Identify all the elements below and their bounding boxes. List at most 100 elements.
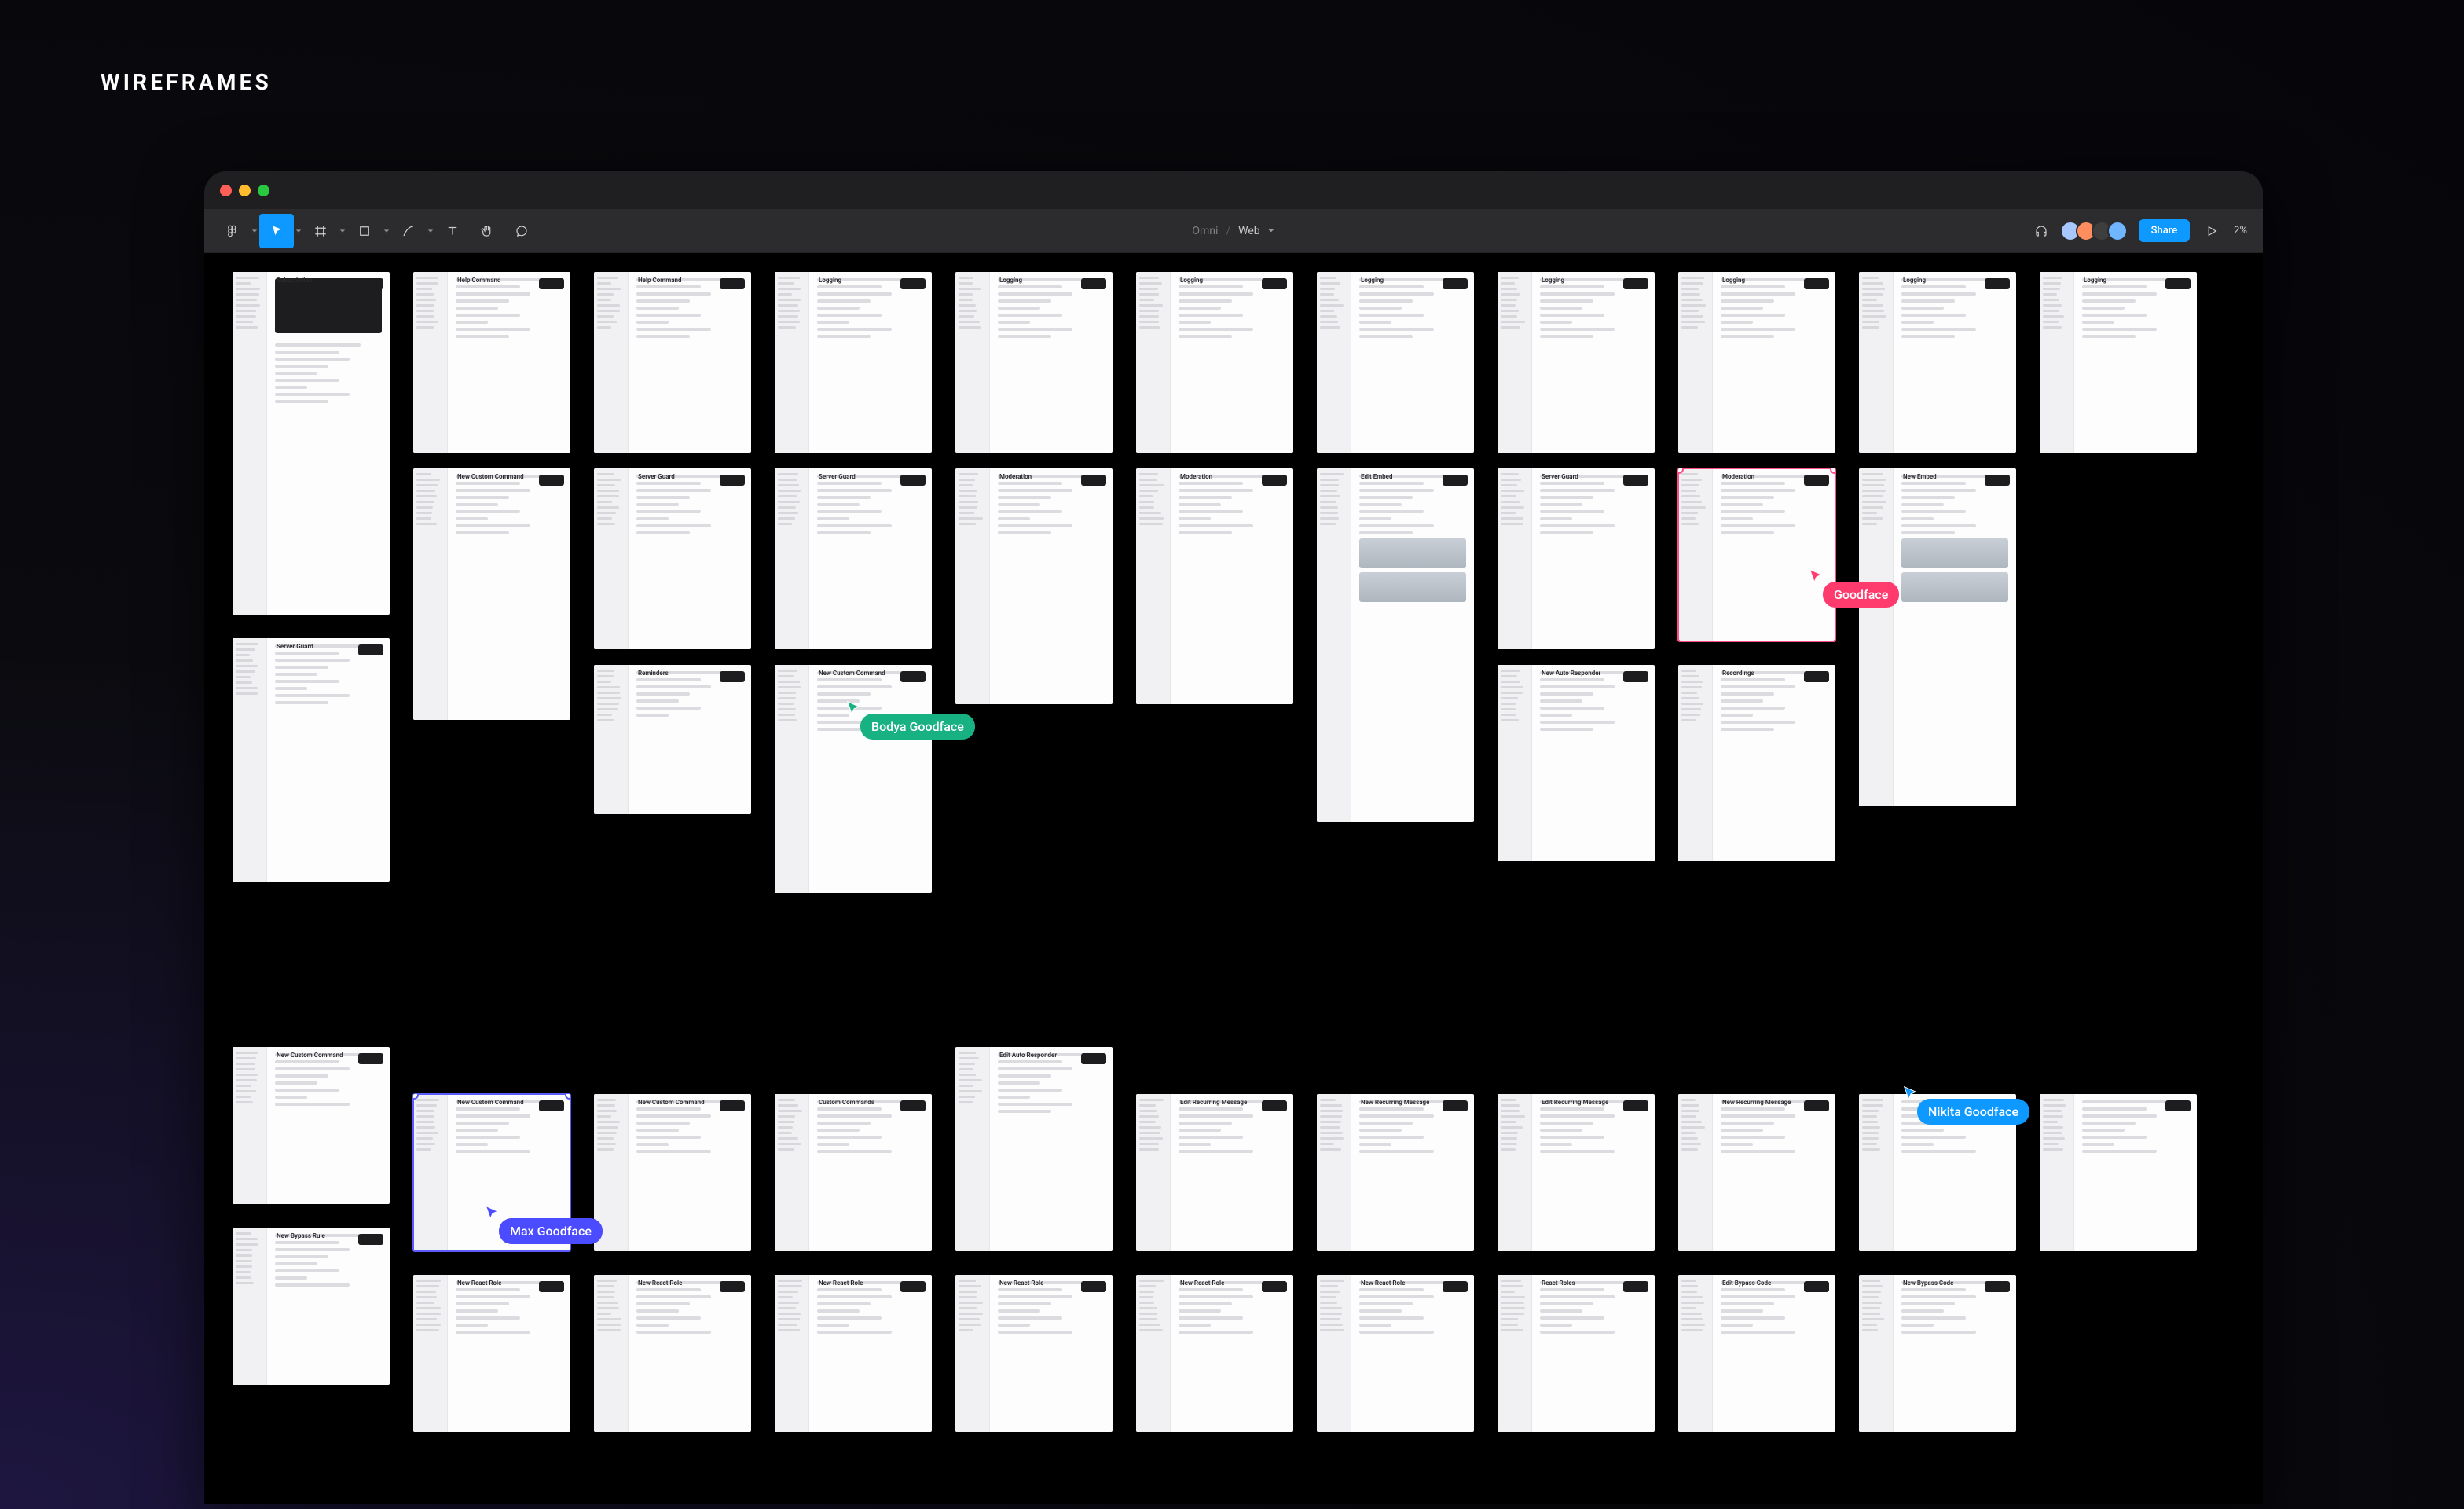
wireframe-frame[interactable]: New React Role xyxy=(413,1275,570,1432)
wireframe-frame[interactable] xyxy=(2040,1094,2197,1251)
window-close-button[interactable] xyxy=(220,185,232,196)
wireframe-frame[interactable]: New Embed xyxy=(1859,468,2016,806)
wireframe-frame[interactable]: New Bypass Code xyxy=(1859,1275,2016,1432)
wireframe-frame[interactable]: New Recurring Message xyxy=(1317,1094,1474,1251)
wireframe-frame[interactable]: New React Role xyxy=(594,1275,751,1432)
frame-title: Logging xyxy=(1542,277,1564,284)
wireframe-frame[interactable]: Reminders xyxy=(594,665,751,814)
pen-icon xyxy=(402,224,416,238)
wireframe-frame[interactable]: Logging xyxy=(1859,272,2016,453)
wireframe-frame[interactable]: Edit Embed xyxy=(1317,468,1474,822)
wireframe-frame[interactable]: New React Role xyxy=(1136,1275,1293,1432)
wireframe-frame[interactable] xyxy=(1859,1094,2016,1251)
frame-title: Logging xyxy=(819,277,842,284)
wireframe-frame[interactable]: Server Guard xyxy=(594,468,751,649)
frame-title: Server Guard xyxy=(638,473,675,480)
frame-title: New Custom Command xyxy=(638,1099,705,1106)
zoom-value: 2% xyxy=(2234,225,2247,237)
chevron-down-icon[interactable] xyxy=(338,228,347,234)
window-minimize-button[interactable] xyxy=(239,185,251,196)
wireframe-frame[interactable]: Edit Recurring Message xyxy=(1136,1094,1293,1251)
wireframe-frame[interactable]: Recordings xyxy=(1678,665,1835,861)
wireframe-frame[interactable]: Logging xyxy=(1498,272,1655,453)
text-tool-button[interactable] xyxy=(435,214,470,248)
play-icon xyxy=(2205,224,2219,238)
wireframe-frame[interactable]: New Auto Responder xyxy=(1498,665,1655,861)
frame-title: Edit Recurring Message xyxy=(1180,1099,1247,1106)
frame-title: Logging xyxy=(1903,277,1926,284)
audio-chat-button[interactable] xyxy=(2029,218,2054,244)
chevron-down-icon[interactable] xyxy=(250,228,259,234)
design-canvas[interactable]: SubscriptionHelp CommandHelp CommandLogg… xyxy=(204,253,2263,1504)
wireframe-frame[interactable]: New Custom Command xyxy=(413,468,570,720)
figma-logo-icon xyxy=(226,224,240,238)
frame-title: New Bypass Rule xyxy=(277,1232,325,1239)
frame-title: Moderation xyxy=(999,473,1032,480)
app-toolbar: Omni / Web Share 2% xyxy=(204,209,2263,253)
frame-title: New Custom Command xyxy=(277,1052,343,1059)
wireframe-frame[interactable]: Moderation xyxy=(1136,468,1293,704)
breadcrumb-separator: / xyxy=(1226,225,1230,237)
wireframe-frame[interactable]: New React Role xyxy=(1317,1275,1474,1432)
avatar[interactable] xyxy=(2107,221,2128,241)
comment-icon xyxy=(515,224,529,238)
wireframe-frame[interactable]: Custom Commands xyxy=(775,1094,932,1251)
frame-title: Server Guard xyxy=(819,473,856,480)
text-icon xyxy=(446,224,460,238)
wireframe-frame[interactable]: Logging xyxy=(1136,272,1293,453)
wireframe-frame[interactable]: New Custom Command xyxy=(233,1047,390,1204)
share-button[interactable]: Share xyxy=(2139,219,2191,242)
zoom-level[interactable]: 2% xyxy=(2234,225,2252,237)
wireframe-frame[interactable]: Server Guard xyxy=(1498,468,1655,649)
wireframe-frame[interactable]: New React Role xyxy=(775,1275,932,1432)
wireframe-frame[interactable]: Help Command xyxy=(594,272,751,453)
frame-title: New Custom Command xyxy=(457,1099,524,1106)
frame-title: New Bypass Code xyxy=(1903,1280,1954,1287)
frame-tool-button[interactable] xyxy=(303,214,338,248)
present-button[interactable] xyxy=(2201,220,2223,242)
chevron-down-icon[interactable] xyxy=(426,228,435,234)
hand-tool-button[interactable] xyxy=(470,214,504,248)
wireframe-frame[interactable]: New Custom Command xyxy=(775,665,932,893)
wireframe-frame[interactable]: Edit Recurring Message xyxy=(1498,1094,1655,1251)
wireframe-frame[interactable]: Logging xyxy=(2040,272,2197,453)
wireframe-frame[interactable]: Logging xyxy=(1678,272,1835,453)
wireframe-frame[interactable]: Edit Auto Responder xyxy=(955,1047,1113,1251)
frame-title: New Custom Command xyxy=(819,670,886,677)
wireframe-frame[interactable]: New React Role xyxy=(955,1275,1113,1432)
main-menu-button[interactable] xyxy=(215,214,250,248)
chevron-down-icon[interactable] xyxy=(382,228,391,234)
cursor-icon xyxy=(270,224,284,238)
wireframe-frame[interactable]: Help Command xyxy=(413,272,570,453)
wireframe-frame[interactable]: Edit Bypass Code xyxy=(1678,1275,1835,1432)
wireframe-frame[interactable]: Server Guard xyxy=(775,468,932,649)
collaborator-avatars[interactable] xyxy=(2065,221,2128,241)
move-tool-button[interactable] xyxy=(259,214,294,248)
frame-title: New React Role xyxy=(819,1280,863,1287)
frame-title: New Embed xyxy=(1903,473,1937,480)
wireframe-frame[interactable]: Logging xyxy=(955,272,1113,453)
window-maximize-button[interactable] xyxy=(258,185,270,196)
wireframe-frame[interactable]: New Bypass Rule xyxy=(233,1228,390,1385)
frame-title: React Roles xyxy=(1542,1280,1575,1287)
frame-title: New React Role xyxy=(1361,1280,1405,1287)
document-title[interactable]: Omni / Web xyxy=(1192,225,1274,237)
project-name: Omni xyxy=(1192,225,1218,237)
wireframe-frame[interactable]: New Recurring Message xyxy=(1678,1094,1835,1251)
pen-tool-button[interactable] xyxy=(391,214,426,248)
shape-tool-button[interactable] xyxy=(347,214,382,248)
page-name: Web xyxy=(1238,225,1260,237)
wireframe-frame[interactable]: Moderation xyxy=(1678,468,1835,641)
comment-tool-button[interactable] xyxy=(504,214,539,248)
wireframe-frame[interactable]: Subscription xyxy=(233,272,390,615)
wireframe-frame[interactable]: React Roles xyxy=(1498,1275,1655,1432)
chevron-down-icon[interactable] xyxy=(294,228,303,234)
frame-title: Moderation xyxy=(1722,473,1754,480)
wireframe-frame[interactable]: Logging xyxy=(1317,272,1474,453)
frame-title: New Auto Responder xyxy=(1542,670,1600,677)
wireframe-frame[interactable]: Logging xyxy=(775,272,932,453)
wireframe-frame[interactable]: New Custom Command xyxy=(413,1094,570,1251)
wireframe-frame[interactable]: New Custom Command xyxy=(594,1094,751,1251)
wireframe-frame[interactable]: Server Guard xyxy=(233,638,390,882)
wireframe-frame[interactable]: Moderation xyxy=(955,468,1113,704)
